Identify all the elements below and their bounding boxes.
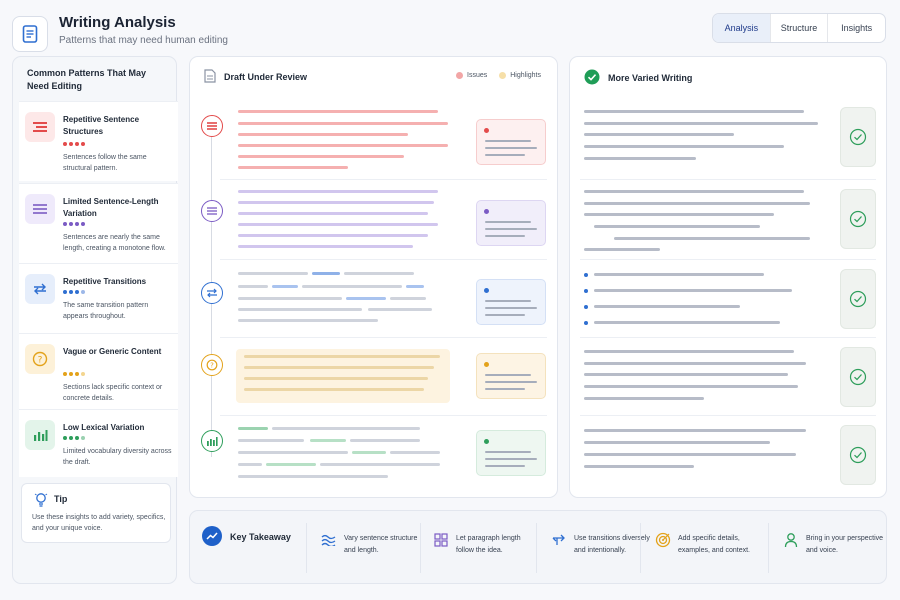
arrows-icon [550,531,568,549]
check-icon [840,107,876,167]
pattern-name: Repetitive Transitions [63,277,147,286]
question-icon[interactable]: ? [201,354,223,376]
pattern-item[interactable]: Repetitive Sentence Structures Sentences… [19,101,178,181]
lines-icon [25,112,55,142]
arrows-icon[interactable] [201,282,223,304]
bar-chart-icon[interactable] [201,430,223,452]
varied-header: More Varied Writing [584,69,692,87]
pattern-item[interactable]: Repetitive Transitions The same transiti… [19,263,178,343]
check-icon [840,189,876,249]
issue-card[interactable] [476,430,546,476]
issue-card[interactable] [476,119,546,165]
pattern-desc: Sentences follow the same structural pat… [63,154,147,172]
pattern-name: Low Lexical Variation [63,423,145,432]
view-tabs: Analysis Structure Insights [712,13,886,43]
paragraph-issue-vague [236,349,450,403]
varied-panel: More Varied Writing [569,56,887,498]
pattern-desc: Limited vocabulary diversity across the … [63,448,172,466]
equal-lines-icon [25,194,55,224]
check-icon [840,269,876,329]
svg-text:?: ? [38,356,43,366]
takeaway-title: Key Takeaway [230,532,291,542]
tab-structure[interactable]: Structure [769,14,828,42]
legend: Issues Highlights [456,72,541,79]
varied-title: More Varied Writing [608,73,693,83]
person-icon [782,531,800,549]
tip-desc: Use these insights to add variety, speci… [32,514,166,532]
svg-text:?: ? [210,362,214,370]
arrows-icon [25,274,55,304]
bar-chart-icon [25,420,55,450]
tip-card: Tip Use these insights to add variety, s… [21,483,171,543]
trend-icon [202,526,222,546]
equal-lines-icon[interactable] [201,200,223,222]
pattern-name: Limited Sentence-Length Variation [63,197,159,218]
severity-dots [63,142,85,146]
pattern-item[interactable]: ? Vague or Generic Content Sections lack… [19,333,178,413]
check-circle-icon [584,69,600,87]
page-subtitle: Patterns that may need human editing [59,35,228,46]
pattern-name: Vague or Generic Content [63,347,162,356]
pattern-item[interactable]: Limited Sentence-Length Variation Senten… [19,183,178,263]
pattern-item[interactable]: Low Lexical Variation Limited vocabulary… [19,409,178,477]
check-icon [840,347,876,407]
legend-issues: Issues [456,72,487,79]
pattern-desc: Sections lack specific context or concre… [63,384,163,402]
tip-title: Tip [54,494,68,504]
pattern-desc: The same transition pattern appears thro… [63,302,149,320]
legend-highlights: Highlights [499,72,541,79]
pattern-name: Repetitive Sentence Structures [63,115,140,136]
tab-insights[interactable]: Insights [827,14,885,42]
document-icon [204,69,216,85]
lightbulb-icon [34,492,48,513]
issue-card[interactable] [476,279,546,325]
issue-card[interactable] [476,353,546,399]
severity-dots [63,290,85,294]
wave-icon [320,531,338,549]
draft-panel: Draft Under Review Issues Highlights ? [189,56,558,498]
severity-dots [63,436,85,440]
pattern-desc: Sentences are nearly the same length, cr… [63,234,166,252]
page-title: Writing Analysis [59,14,176,31]
document-icon [12,16,48,52]
question-icon: ? [25,344,55,374]
issue-card[interactable] [476,200,546,246]
draft-title: Draft Under Review [224,72,308,82]
tab-analysis[interactable]: Analysis [713,14,770,42]
target-icon [654,531,672,549]
severity-dots [63,372,85,376]
key-takeaway-bar: Key Takeaway Vary sentence structure and… [189,510,887,584]
check-icon [840,425,876,485]
sidebar-title: Common Patterns That May Need Editing [27,68,147,91]
draft-header: Draft Under Review [204,69,307,85]
severity-dots [63,222,85,226]
grid-icon [432,531,450,549]
lines-icon[interactable] [201,115,223,137]
patterns-sidebar: Common Patterns That May Need Editing Re… [12,56,178,584]
header: Writing Analysis Patterns that may need … [12,10,888,52]
